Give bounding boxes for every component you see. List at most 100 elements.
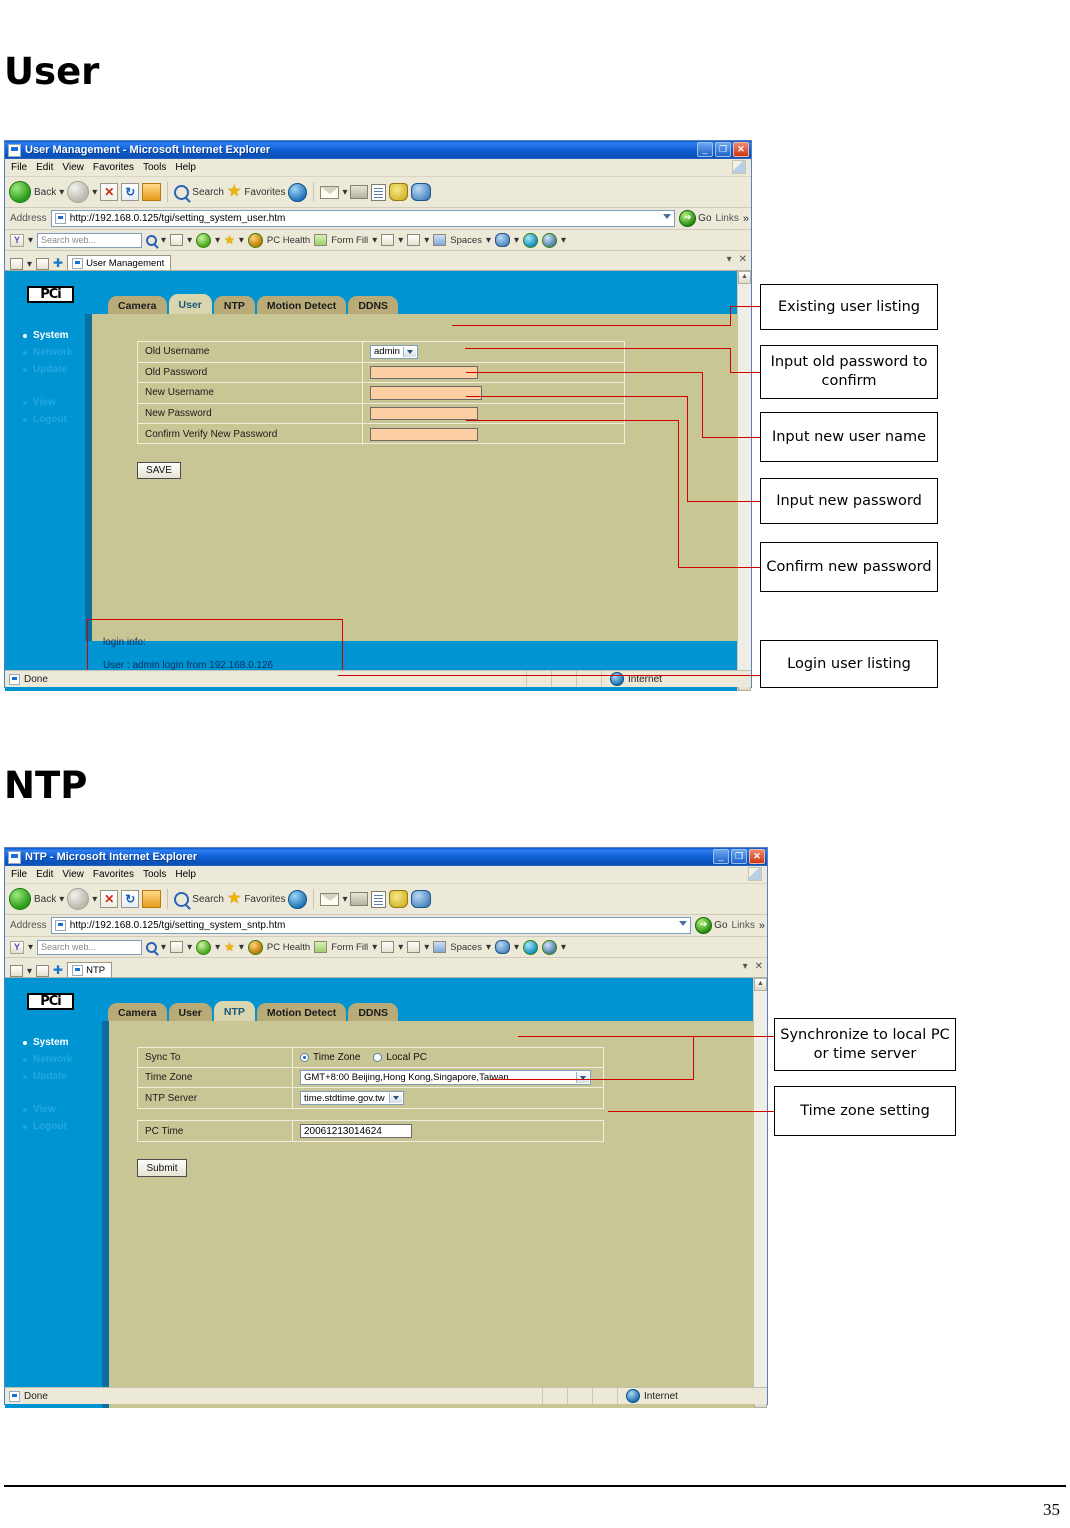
menu-help[interactable]: Help	[175, 869, 196, 880]
sidebar-item-network[interactable]: Network	[23, 1051, 72, 1068]
menu-file[interactable]: File	[11, 869, 27, 880]
forward-button[interactable]: ▾	[67, 888, 97, 910]
radio-local-pc-label[interactable]: Local PC	[386, 1052, 427, 1063]
overflow-chevron-icon[interactable]: »	[759, 920, 765, 932]
chevron-down-icon[interactable]: ▾	[514, 942, 519, 953]
mail-button[interactable]: ▾	[320, 185, 347, 199]
menu-tools[interactable]: Tools	[143, 162, 166, 173]
chevron-down-icon[interactable]: ▾	[187, 235, 192, 246]
add-icon[interactable]	[196, 232, 212, 248]
chevron-down-icon[interactable]: ▾	[215, 942, 220, 953]
rss-icon[interactable]	[381, 234, 395, 246]
chevron-down-icon[interactable]: ▾	[28, 942, 33, 953]
contacts-icon[interactable]	[411, 890, 432, 908]
go-button[interactable]: ➔ Go	[679, 210, 712, 227]
back-button[interactable]: Back ▾	[9, 888, 64, 910]
tab-menu-caret-icon[interactable]: ▾	[743, 961, 748, 972]
chevron-down-icon[interactable]: ▾	[187, 942, 192, 953]
maximize-button[interactable]: ❐	[715, 142, 731, 157]
web-search-input[interactable]: Search web...	[37, 232, 143, 248]
image-icon[interactable]	[407, 234, 421, 246]
close-button[interactable]: ✕	[749, 849, 765, 864]
contacts-icon[interactable]	[411, 183, 432, 201]
scroll-up-icon[interactable]: ▲	[754, 978, 767, 991]
spaces-label[interactable]: Spaces	[450, 235, 482, 246]
links-label[interactable]: Links	[732, 920, 755, 931]
refresh-icon[interactable]	[523, 939, 539, 955]
menu-favorites[interactable]: Favorites	[93, 162, 134, 173]
new-tab-icon[interactable]: ✚	[53, 256, 63, 270]
mail-button[interactable]: ▾	[320, 892, 347, 906]
chevron-down-icon[interactable]: ▾	[486, 235, 491, 246]
links-label[interactable]: Links	[716, 213, 739, 224]
chevron-down-icon[interactable]: ▾	[239, 942, 244, 953]
tab-close-icon[interactable]: ✕	[755, 961, 763, 972]
panel-icon[interactable]	[170, 941, 184, 953]
web-search-input[interactable]: Search web...	[37, 939, 143, 955]
pc-health-label[interactable]: PC Health	[267, 235, 310, 246]
save-button[interactable]: SAVE	[137, 462, 181, 479]
go-button[interactable]: ➔ Go	[695, 917, 728, 934]
radio-local-pc[interactable]	[373, 1053, 383, 1062]
chevron-down-icon[interactable]: ▾	[514, 235, 519, 246]
chevron-down-icon[interactable]	[679, 921, 688, 926]
scroll-up-icon[interactable]: ▲	[738, 271, 751, 284]
new-password-input[interactable]	[370, 407, 478, 421]
pc-health-label[interactable]: PC Health	[267, 942, 310, 953]
minimize-button[interactable]: _	[697, 142, 713, 157]
add-icon[interactable]	[196, 939, 212, 955]
form-fill-label[interactable]: Form Fill	[331, 235, 368, 246]
ie-tab-active[interactable]: User Management	[67, 255, 172, 270]
stop-icon[interactable]: ✕	[100, 890, 119, 908]
tab-motion-detect[interactable]: Motion Detect	[256, 296, 347, 316]
menu-help[interactable]: Help	[175, 162, 196, 173]
edit-document-icon[interactable]	[371, 890, 387, 908]
submit-button[interactable]: Submit	[137, 1159, 187, 1177]
refresh-icon[interactable]: ↻	[121, 890, 140, 908]
tab-camera[interactable]: Camera	[108, 296, 167, 316]
menu-favorites[interactable]: Favorites	[93, 869, 134, 880]
spaces-label[interactable]: Spaces	[450, 942, 482, 953]
menu-edit[interactable]: Edit	[36, 869, 53, 880]
menu-file[interactable]: File	[11, 162, 27, 173]
contacts-icon[interactable]	[495, 233, 510, 247]
tab-user[interactable]: User	[168, 1003, 212, 1023]
form-fill-label[interactable]: Form Fill	[331, 942, 368, 953]
ntp-server-select[interactable]: time.stdtime.gov.tw	[300, 1091, 404, 1105]
sidebar-item-logout[interactable]: Logout	[23, 411, 72, 428]
chevron-down-icon[interactable]: ▾	[561, 235, 566, 246]
page-scrollbar[interactable]: ▲ ▼	[753, 978, 767, 1408]
media-icon[interactable]	[288, 889, 308, 909]
search-button[interactable]: Search	[174, 184, 224, 200]
sidebar-item-system[interactable]: System	[23, 1034, 72, 1051]
media-icon[interactable]	[288, 182, 308, 202]
search-icon[interactable]	[146, 941, 158, 953]
tab-ddns[interactable]: DDNS	[348, 1003, 399, 1023]
chevron-down-icon[interactable]: ▾	[372, 235, 377, 246]
bookmark-icon[interactable]: ★	[224, 232, 235, 248]
ie-tab-active[interactable]: NTP	[67, 962, 113, 977]
printer-icon[interactable]	[350, 185, 369, 199]
chevron-down-icon[interactable]: ▾	[372, 942, 377, 953]
home-icon[interactable]	[142, 183, 162, 201]
home-icon[interactable]	[142, 890, 162, 908]
chevron-down-icon[interactable]: ▾	[27, 966, 32, 977]
overflow-chevron-icon[interactable]: »	[743, 213, 749, 225]
chevron-down-icon[interactable]: ▾	[239, 235, 244, 246]
menu-edit[interactable]: Edit	[36, 162, 53, 173]
sidebar-item-update[interactable]: Update	[23, 1068, 72, 1085]
help-icon[interactable]	[542, 232, 558, 248]
tab-ntp[interactable]: NTP	[213, 296, 255, 316]
menu-tools[interactable]: Tools	[143, 869, 166, 880]
old-username-select[interactable]: admin	[370, 344, 418, 359]
page-scrollbar[interactable]: ▲ ▼	[737, 271, 751, 691]
tab-close-icon[interactable]: ✕	[739, 254, 747, 265]
search-button[interactable]: Search	[174, 891, 224, 907]
chevron-down-icon[interactable]: ▾	[561, 942, 566, 953]
forward-button[interactable]: ▾	[67, 181, 97, 203]
help-icon[interactable]	[542, 939, 558, 955]
pc-time-input[interactable]: 20061213014624	[300, 1124, 412, 1138]
messenger-icon[interactable]	[389, 890, 409, 908]
printer-icon[interactable]	[350, 892, 369, 906]
toolbar-brand-icon[interactable]: Y	[10, 940, 24, 954]
